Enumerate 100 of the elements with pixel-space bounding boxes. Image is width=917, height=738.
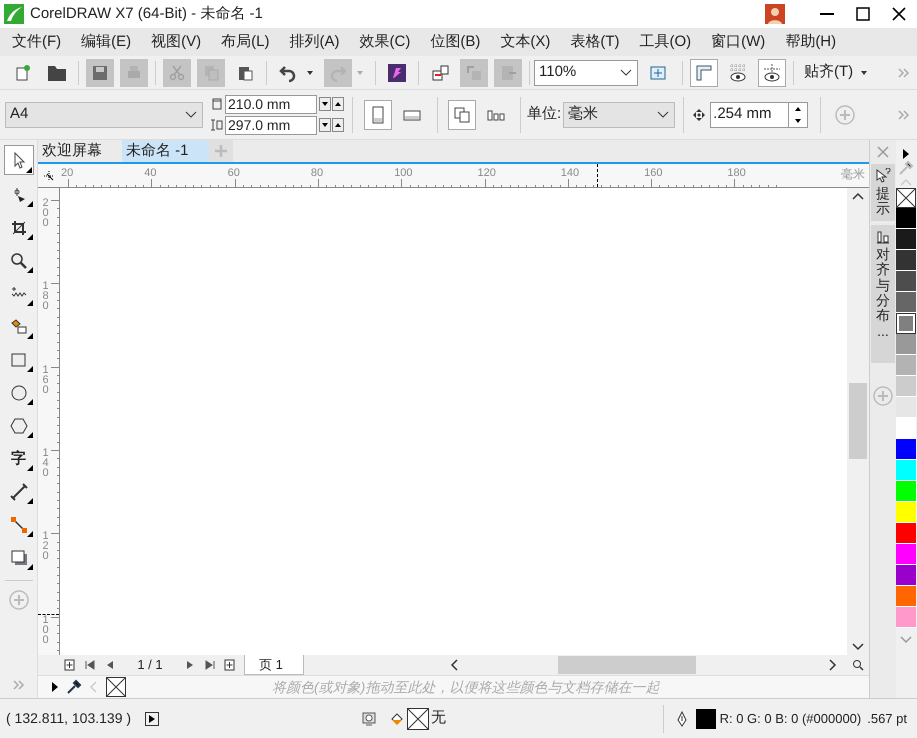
- ruler-label: 40: [144, 166, 157, 181]
- menu-item[interactable]: 工具(O): [633, 30, 698, 54]
- color-swatch[interactable]: [896, 292, 916, 313]
- nudge-distance-field[interactable]: .254 mm: [710, 102, 808, 128]
- dimension-tool-icon: [8, 482, 28, 502]
- ruler-label: 180: [41, 281, 50, 312]
- docker-tab[interactable]: 对齐与分布...: [871, 224, 895, 364]
- play-icon: [147, 714, 158, 724]
- height-dimension-icon: [211, 119, 223, 131]
- menu-item[interactable]: 文件(F): [6, 30, 68, 54]
- palette-hint: 将颜色(或对象)拖动至此处，以便将这些颜色与文档存储在一起: [272, 678, 660, 697]
- eyedropper-icon: [66, 679, 82, 695]
- docker-tab[interactable]: 提示: [871, 164, 895, 221]
- color-swatch[interactable]: [896, 376, 916, 397]
- connector-tool-icon: [8, 515, 28, 535]
- flyout-arrow-icon: [26, 201, 32, 207]
- width-dimension-icon: [211, 98, 223, 110]
- spin-down-button[interactable]: [319, 97, 331, 111]
- ruler-label: 100: [41, 614, 50, 644]
- color-swatch[interactable]: [896, 313, 916, 334]
- page-width-field[interactable]: 210.0 mm: [225, 94, 317, 114]
- guidelines-view-button[interactable]: [758, 58, 786, 86]
- menu-item[interactable]: 表格(T): [564, 30, 626, 54]
- menu-item[interactable]: 排列(A): [284, 30, 346, 54]
- scroll-thumb[interactable]: [558, 656, 696, 674]
- docker-tab-icon: [875, 168, 891, 184]
- color-swatch[interactable]: [896, 502, 916, 523]
- color-swatch[interactable]: [896, 418, 916, 439]
- menu-item[interactable]: 效果(C): [354, 30, 416, 54]
- menu-item[interactable]: 帮助(H): [779, 30, 842, 54]
- color-swatch[interactable]: [896, 586, 916, 607]
- color-swatch[interactable]: [896, 208, 916, 229]
- menu-item[interactable]: 窗口(W): [705, 30, 772, 54]
- grid-eye-icon: [728, 62, 748, 82]
- status-menu-button[interactable]: [145, 712, 160, 726]
- text-tool[interactable]: 字: [4, 446, 34, 472]
- plus-circle-icon: [873, 386, 893, 406]
- no-color-swatch[interactable]: [896, 188, 916, 208]
- triangle-up-icon: [794, 104, 802, 112]
- ruler-label: 120: [478, 166, 496, 181]
- first-page-icon: [84, 659, 96, 671]
- menu-item[interactable]: 编辑(E): [75, 30, 138, 54]
- shadow-tool-icon: [8, 548, 28, 568]
- color-swatch[interactable]: [896, 355, 916, 376]
- add-page-after-icon: [224, 659, 236, 671]
- ruler-label: 100: [394, 166, 413, 181]
- spin-up-button[interactable]: [332, 97, 344, 111]
- triangle-down-icon: [321, 100, 329, 108]
- flyout-arrow-icon: [26, 333, 32, 339]
- last-page-icon: [204, 659, 216, 671]
- page-size-combo[interactable]: A4: [5, 102, 203, 128]
- document-tab[interactable]: 未命名 -1: [122, 140, 209, 162]
- zoom-tool-icon: [8, 251, 28, 271]
- portrait-button[interactable]: [364, 100, 392, 130]
- no-color-swatch[interactable]: [106, 677, 126, 697]
- snap-to-button[interactable]: 贴齐(T): [798, 58, 876, 86]
- color-swatch[interactable]: [896, 271, 916, 292]
- color-swatch[interactable]: [896, 544, 916, 565]
- ruler-origin-icon: [44, 170, 54, 180]
- menu-item[interactable]: 视图(V): [145, 30, 208, 54]
- unit-combo[interactable]: 毫米: [563, 102, 676, 128]
- flyout-arrow-icon: [26, 531, 32, 537]
- ruler-label: 80: [310, 166, 324, 181]
- page-counter: 1 / 1: [136, 656, 164, 674]
- color-swatch[interactable]: [896, 523, 916, 544]
- flyout-arrow-icon: [26, 564, 32, 570]
- color-swatch[interactable]: [896, 460, 916, 481]
- color-swatch[interactable]: [896, 229, 916, 250]
- zoom-level-combo[interactable]: 110%: [534, 60, 638, 86]
- scroll-thumb[interactable]: [849, 383, 867, 459]
- eyedropper-icon: [898, 160, 914, 176]
- menu-item[interactable]: 文本(X): [494, 30, 556, 54]
- spin-up-button[interactable]: [332, 118, 344, 132]
- menu-item[interactable]: 位图(B): [424, 30, 486, 54]
- page-tab[interactable]: 页 1: [244, 655, 304, 675]
- color-swatch[interactable]: [896, 397, 916, 418]
- nudge-icon: [692, 108, 706, 122]
- color-swatch[interactable]: [896, 607, 916, 628]
- spin-down-button[interactable]: [319, 118, 331, 132]
- rulers-button[interactable]: [690, 58, 718, 86]
- add-page-before-icon: [64, 659, 76, 671]
- color-swatch[interactable]: [896, 481, 916, 502]
- ruler-label: 140: [41, 448, 50, 478]
- all-pages-button[interactable]: [448, 100, 476, 130]
- zoom-icon: [852, 659, 864, 671]
- ruler-label: 160: [41, 364, 50, 395]
- ruler-icon: [694, 62, 714, 82]
- no-color-icon: [897, 189, 915, 207]
- ruler-label: 200: [41, 198, 50, 228]
- avatar-icon: [765, 4, 785, 24]
- cut-icon: [167, 62, 187, 82]
- minimize-icon: [820, 13, 834, 15]
- pick-tool[interactable]: [4, 145, 34, 175]
- color-swatch[interactable]: [896, 250, 916, 271]
- color-swatch[interactable]: [896, 334, 916, 355]
- menu-item[interactable]: 布局(L): [215, 30, 276, 54]
- color-swatch[interactable]: [896, 565, 916, 586]
- color-swatch[interactable]: [896, 439, 916, 460]
- document-tab[interactable]: 欢迎屏幕: [38, 140, 122, 162]
- page-height-field[interactable]: 297.0 mm: [225, 116, 317, 134]
